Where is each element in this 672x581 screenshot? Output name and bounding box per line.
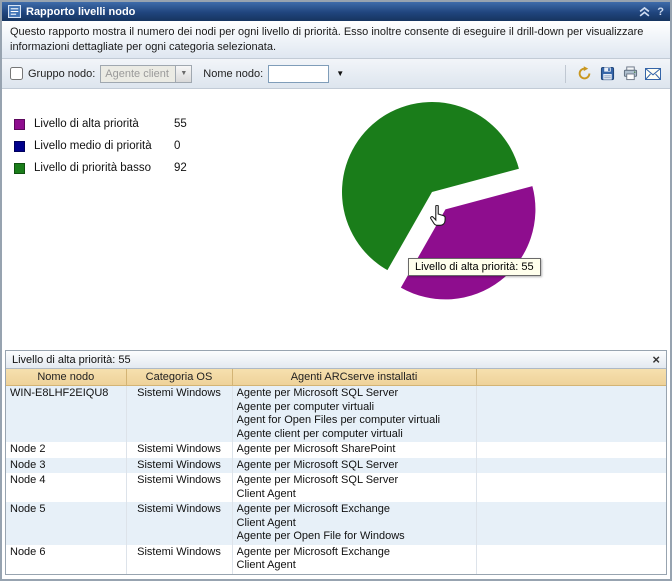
titlebar: Rapporto livelli nodo ? xyxy=(2,2,670,21)
agent-line: Client Agent xyxy=(237,559,472,573)
drilldown-table-container: Nome nodoCategoria OSAgenti ARCserve ins… xyxy=(6,369,666,574)
os-category-cell: Sistemi Windows xyxy=(126,473,232,502)
os-category-cell: Sistemi Windows xyxy=(126,502,232,545)
save-icon[interactable] xyxy=(598,65,616,83)
node-name-cell: Node 6 xyxy=(6,545,126,574)
report-icon xyxy=(8,5,21,18)
agent-line: Agente per Microsoft SQL Server xyxy=(237,474,472,488)
node-name-input[interactable] xyxy=(268,65,329,83)
email-icon[interactable] xyxy=(644,65,662,83)
os-category-cell: Sistemi Windows xyxy=(126,442,232,458)
table-row: Node 3Sistemi Windows Agente per Microsof… xyxy=(6,458,666,474)
agent-line: Agente per Microsoft SharePoint xyxy=(237,443,472,457)
agent-line: Agent for Open Files per computer virtua… xyxy=(237,414,472,428)
os-category-cell: Sistemi Windows xyxy=(126,386,232,443)
print-icon[interactable] xyxy=(621,65,639,83)
agent-line: Agente per Microsoft Exchange xyxy=(237,546,472,560)
group-node-select[interactable]: Agente client ▼ xyxy=(100,65,192,83)
agent-line: Agente per computer virtuali xyxy=(237,401,472,415)
report-description: Questo rapporto mostra il numero dei nod… xyxy=(2,21,670,59)
group-node-checkbox[interactable] xyxy=(10,67,23,80)
table-row: Node 4Sistemi WindowsAgente per Microsof… xyxy=(6,473,666,502)
agent-line: Client Agent xyxy=(237,488,472,502)
node-name-cell: Node 4 xyxy=(6,473,126,502)
table-row: WIN-E8LHF2EIQU8Sistemi WindowsAgente per… xyxy=(6,386,666,443)
close-icon[interactable]: × xyxy=(652,353,660,366)
agent-line: Agente per Open File for Windows xyxy=(237,530,472,544)
node-name-cell: WIN-E8LHF2EIQU8 xyxy=(6,386,126,443)
column-header[interactable]: Agenti ARCserve installati xyxy=(232,369,476,386)
empty-cell xyxy=(476,545,666,574)
empty-cell xyxy=(476,386,666,443)
chart-tooltip: Livello di alta priorità: 55 xyxy=(408,258,541,276)
report-window: Rapporto livelli nodo ? Questo rapporto … xyxy=(0,0,672,581)
pie-chart xyxy=(2,89,670,345)
agents-cell: Agente per Microsoft SQL ServerClient Ag… xyxy=(232,473,476,502)
agent-line: Agente per Microsoft SQL Server xyxy=(237,387,472,401)
agents-cell: Agente per Microsoft SQL Server xyxy=(232,458,476,474)
toolbar-separator xyxy=(565,65,566,83)
hand-cursor-icon xyxy=(428,205,448,227)
empty-cell xyxy=(476,473,666,502)
table-row: Node 6Sistemi WindowsAgente per Microsof… xyxy=(6,545,666,574)
os-category-cell: Sistemi Windows xyxy=(126,545,232,574)
toolbar: Gruppo nodo: Agente client ▼ Nome nodo: … xyxy=(2,59,670,89)
drilldown-panel: Livello di alta priorità: 55 × Nome nodo… xyxy=(5,350,667,575)
empty-cell xyxy=(476,502,666,545)
chart-area: Livello di alta priorità55Livello medio … xyxy=(2,89,670,345)
group-node-select-value: Agente client xyxy=(101,68,175,80)
agent-line: Agente client per computer virtuali xyxy=(237,428,472,442)
agent-line: Agente per Microsoft Exchange xyxy=(237,503,472,517)
window-title: Rapporto livelli nodo xyxy=(26,6,135,18)
chevron-down-icon: ▼ xyxy=(175,66,191,82)
table-row: Node 2Sistemi Windows Agente per Microsof… xyxy=(6,442,666,458)
drilldown-header: Livello di alta priorità: 55 × xyxy=(6,351,666,369)
node-name-dropdown-icon[interactable]: ▼ xyxy=(334,69,346,78)
column-header[interactable]: Nome nodo xyxy=(6,369,126,386)
group-node-label: Gruppo nodo: xyxy=(28,68,95,80)
os-category-cell: Sistemi Windows xyxy=(126,458,232,474)
agent-line: Client Agent xyxy=(237,517,472,531)
drilldown-title: Livello di alta priorità: 55 xyxy=(12,354,131,366)
column-header[interactable]: Categoria OS xyxy=(126,369,232,386)
drilldown-table: Nome nodoCategoria OSAgenti ARCserve ins… xyxy=(6,369,666,574)
node-name-cell: Node 3 xyxy=(6,458,126,474)
agents-cell: Agente per Microsoft ExchangeClient Agen… xyxy=(232,502,476,545)
node-name-label: Nome nodo: xyxy=(203,68,263,80)
agents-cell: Agente per Microsoft SQL ServerAgente pe… xyxy=(232,386,476,443)
table-row: Node 5Sistemi WindowsAgente per Microsof… xyxy=(6,502,666,545)
agents-cell: Agente per Microsoft SharePoint xyxy=(232,442,476,458)
refresh-icon[interactable] xyxy=(575,65,593,83)
empty-cell xyxy=(476,458,666,474)
column-header[interactable] xyxy=(476,369,666,386)
node-name-cell: Node 2 xyxy=(6,442,126,458)
agents-cell: Agente per Microsoft ExchangeClient Agen… xyxy=(232,545,476,574)
help-icon[interactable]: ? xyxy=(657,7,664,17)
collapse-icon[interactable] xyxy=(639,7,650,17)
node-name-cell: Node 5 xyxy=(6,502,126,545)
agent-line: Agente per Microsoft SQL Server xyxy=(237,459,472,473)
empty-cell xyxy=(476,442,666,458)
